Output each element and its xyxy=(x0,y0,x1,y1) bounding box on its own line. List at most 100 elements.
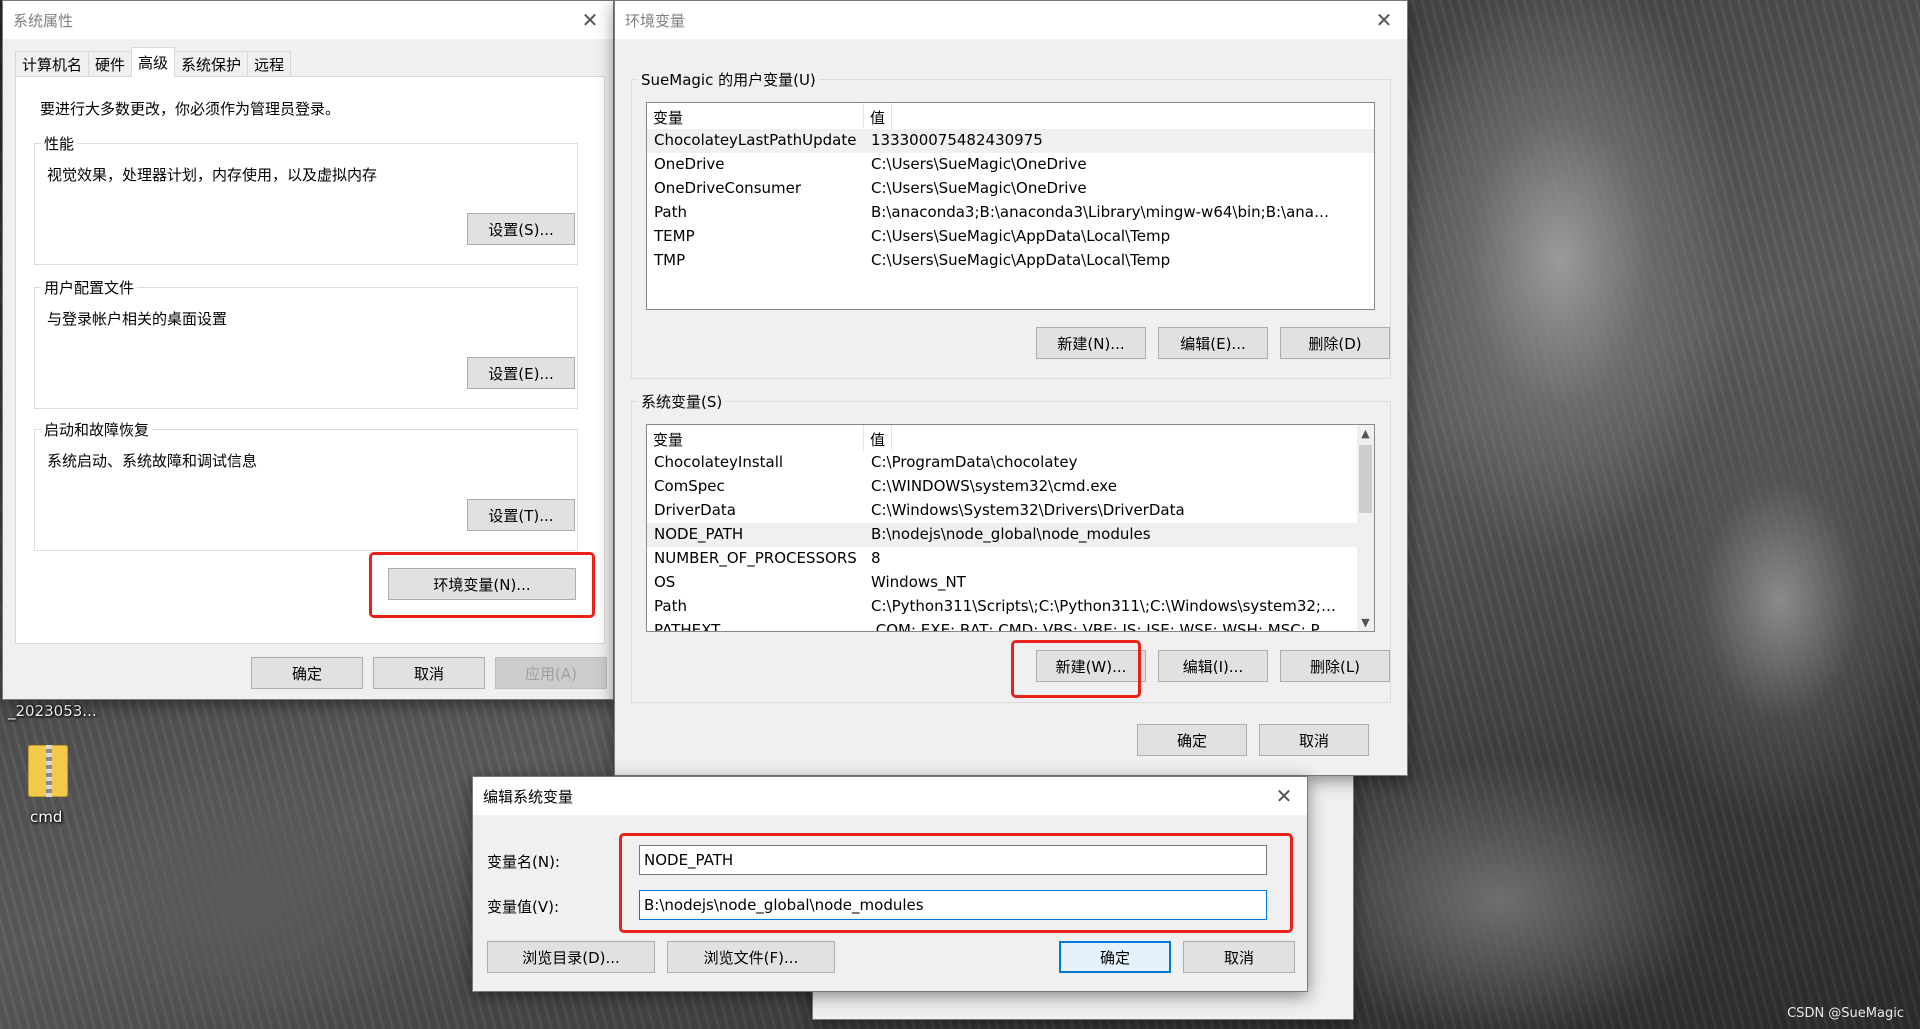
system-delete-button[interactable]: 删除(L) xyxy=(1280,650,1390,682)
user-new-button[interactable]: 新建(N)... xyxy=(1036,327,1146,359)
variable-value-input[interactable]: B:\nodejs\node_global\node_modules xyxy=(639,890,1267,920)
scroll-up-icon[interactable]: ▲ xyxy=(1357,425,1374,442)
tab-hardware[interactable]: 硬件 xyxy=(88,51,133,77)
variable-value: C:\ProgramData\chocolatey xyxy=(871,453,1078,471)
performance-settings-button[interactable]: 设置(S)... xyxy=(467,213,575,245)
system-variables-group: 系统变量(S) 变量 值 ChocolateyInstall C:\Program… xyxy=(631,391,1391,703)
list-row[interactable]: Path C:\Python311\Scripts\;C:\Python311\;… xyxy=(647,595,1374,619)
tab-remote[interactable]: 远程 xyxy=(247,51,292,77)
variable-name: NODE_PATH xyxy=(654,525,744,543)
variable-value: C:\Windows\System32\Drivers\DriverData xyxy=(871,501,1185,519)
watermark: CSDN @SueMagic xyxy=(1787,1006,1904,1021)
variable-value: C:\Users\SueMagic\AppData\Local\Temp xyxy=(871,227,1171,245)
ok-button[interactable]: 确定 xyxy=(1059,941,1171,973)
vertical-scrollbar[interactable]: ▲ ▼ xyxy=(1357,425,1374,631)
titlebar[interactable]: 系统属性 ✕ xyxy=(3,1,613,39)
list-row[interactable]: PATHEXT .COM;.EXE;.BAT;.CMD;.VBS;.VBE;.JS… xyxy=(647,619,1374,632)
list-row[interactable]: ChocolateyLastPathUpdate 1333000754824309… xyxy=(647,129,1374,153)
list-row[interactable]: ChocolateyInstall C:\ProgramData\chocolat… xyxy=(647,451,1374,475)
user-variables-group: SueMagic 的用户变量(U) 变量 值 ChocolateyLastPat… xyxy=(631,69,1391,379)
window-title: 编辑系统变量 xyxy=(483,787,574,806)
variable-value-label: 变量值(V): xyxy=(487,898,560,916)
scrollbar-thumb[interactable] xyxy=(1359,445,1372,513)
performance-group: 性能 视觉效果，处理器计划，内存使用，以及虚拟内存 设置(S)... xyxy=(34,133,578,265)
variable-name: OneDriveConsumer xyxy=(654,179,802,197)
variable-value: C:\Users\SueMagic\AppData\Local\Temp xyxy=(871,251,1171,269)
user-edit-button[interactable]: 编辑(E)... xyxy=(1158,327,1268,359)
ok-button[interactable]: 确定 xyxy=(1137,724,1247,756)
desktop-icon-label[interactable]: _2023053... xyxy=(8,702,97,720)
variable-name-input[interactable]: NODE_PATH xyxy=(639,845,1267,875)
list-row[interactable]: TMP C:\Users\SueMagic\AppData\Local\Temp xyxy=(647,249,1374,273)
system-variables-list[interactable]: 变量 值 ChocolateyInstall C:\ProgramData\cho… xyxy=(646,424,1375,632)
list-row[interactable]: OS Windows_NT xyxy=(647,571,1374,595)
environment-variables-window: 环境变量 ✕ SueMagic 的用户变量(U) 变量 值 Chocolatey… xyxy=(614,0,1408,776)
startup-settings-button[interactable]: 设置(T)... xyxy=(467,499,575,531)
browse-directory-button[interactable]: 浏览目录(D)... xyxy=(487,941,655,973)
ok-button[interactable]: 确定 xyxy=(251,657,363,689)
system-properties-window: 系统属性 ✕ 计算机名 硬件 高级 系统保护 远程 要进行大多数更改，你必须作为… xyxy=(2,0,614,700)
user-variables-list[interactable]: 变量 值 ChocolateyLastPathUpdate 13330007548… xyxy=(646,102,1375,310)
group-title: SueMagic 的用户变量(U) xyxy=(638,69,819,90)
group-description: 系统启动、系统故障和调试信息 xyxy=(47,452,258,470)
list-row[interactable]: ComSpec C:\WINDOWS\system32\cmd.exe xyxy=(647,475,1374,499)
variable-name: NUMBER_OF_PROCESSORS xyxy=(654,549,857,567)
scroll-down-icon[interactable]: ▼ xyxy=(1357,614,1374,631)
user-delete-button[interactable]: 删除(D) xyxy=(1280,327,1390,359)
column-header-value[interactable]: 值 xyxy=(864,103,893,129)
variable-name-label: 变量名(N): xyxy=(487,853,560,871)
tab-computer-name[interactable]: 计算机名 xyxy=(15,51,90,77)
close-icon[interactable]: ✕ xyxy=(1361,1,1407,39)
variable-value: C:\Users\SueMagic\OneDrive xyxy=(871,155,1087,173)
profile-settings-button[interactable]: 设置(E)... xyxy=(467,357,575,389)
tab-advanced[interactable]: 高级 xyxy=(131,47,176,77)
column-header-value[interactable]: 值 xyxy=(864,425,893,451)
variable-name: PATHEXT xyxy=(654,621,721,632)
tab-strip: 计算机名 硬件 高级 系统保护 远程 xyxy=(15,47,292,77)
list-row[interactable]: Path B:\anaconda3;B:\anaconda3\Library\mi… xyxy=(647,201,1374,225)
variable-name: ChocolateyLastPathUpdate xyxy=(654,131,857,149)
variable-name: OS xyxy=(654,573,676,591)
system-edit-button[interactable]: 编辑(I)... xyxy=(1158,650,1268,682)
column-header-variable[interactable]: 变量 xyxy=(647,425,864,451)
group-description: 视觉效果，处理器计划，内存使用，以及虚拟内存 xyxy=(47,166,378,184)
admin-note: 要进行大多数更改，你必须作为管理员登录。 xyxy=(40,100,341,118)
variable-value: C:\Python311\Scripts\;C:\Python311\;C:\W… xyxy=(871,597,1344,615)
variable-value: B:\anaconda3;B:\anaconda3\Library\mingw-… xyxy=(871,203,1344,221)
group-title: 启动和故障恢复 xyxy=(41,419,153,440)
close-icon[interactable]: ✕ xyxy=(1261,777,1307,815)
list-row[interactable]: OneDriveConsumer C:\Users\SueMagic\OneDri… xyxy=(647,177,1374,201)
group-title: 性能 xyxy=(41,133,78,154)
list-row[interactable]: OneDrive C:\Users\SueMagic\OneDrive xyxy=(647,153,1374,177)
startup-recovery-group: 启动和故障恢复 系统启动、系统故障和调试信息 设置(T)... xyxy=(34,419,578,551)
window-title: 系统属性 xyxy=(13,11,74,30)
system-new-button[interactable]: 新建(W)... xyxy=(1036,650,1146,682)
desktop-icon-label[interactable]: cmd xyxy=(30,808,62,826)
variable-value: 8 xyxy=(871,549,881,567)
variable-name: Path xyxy=(654,597,687,615)
variable-value: B:\nodejs\node_global\node_modules xyxy=(871,525,1151,543)
cancel-button[interactable]: 取消 xyxy=(1183,941,1295,973)
close-icon[interactable]: ✕ xyxy=(567,1,613,39)
apply-button[interactable]: 应用(A) xyxy=(495,657,607,689)
list-row[interactable]: NUMBER_OF_PROCESSORS 8 xyxy=(647,547,1374,571)
zip-folder-icon[interactable] xyxy=(28,745,68,797)
list-row[interactable]: NODE_PATH B:\nodejs\node_global\node_modu… xyxy=(647,523,1374,547)
cancel-button[interactable]: 取消 xyxy=(1259,724,1369,756)
user-profile-group: 用户配置文件 与登录帐户相关的桌面设置 设置(E)... xyxy=(34,277,578,409)
column-header-variable[interactable]: 变量 xyxy=(647,103,864,129)
group-title: 系统变量(S) xyxy=(638,391,726,412)
list-row[interactable]: DriverData C:\Windows\System32\Drivers\Dr… xyxy=(647,499,1374,523)
list-row[interactable]: TEMP C:\Users\SueMagic\AppData\Local\Temp xyxy=(647,225,1374,249)
variable-name: Path xyxy=(654,203,687,221)
tab-system-protection[interactable]: 系统保护 xyxy=(174,51,249,77)
browse-file-button[interactable]: 浏览文件(F)... xyxy=(667,941,835,973)
list-header: 变量 值 xyxy=(647,425,1374,451)
titlebar[interactable]: 编辑系统变量 ✕ xyxy=(473,777,1307,815)
group-description: 与登录帐户相关的桌面设置 xyxy=(47,310,228,328)
cancel-button[interactable]: 取消 xyxy=(373,657,485,689)
advanced-tab-panel: 要进行大多数更改，你必须作为管理员登录。 性能 视觉效果，处理器计划，内存使用，… xyxy=(15,76,605,644)
variable-value: Windows_NT xyxy=(871,573,966,591)
titlebar[interactable]: 环境变量 ✕ xyxy=(615,1,1407,39)
environment-variables-button[interactable]: 环境变量(N)... xyxy=(388,568,576,600)
